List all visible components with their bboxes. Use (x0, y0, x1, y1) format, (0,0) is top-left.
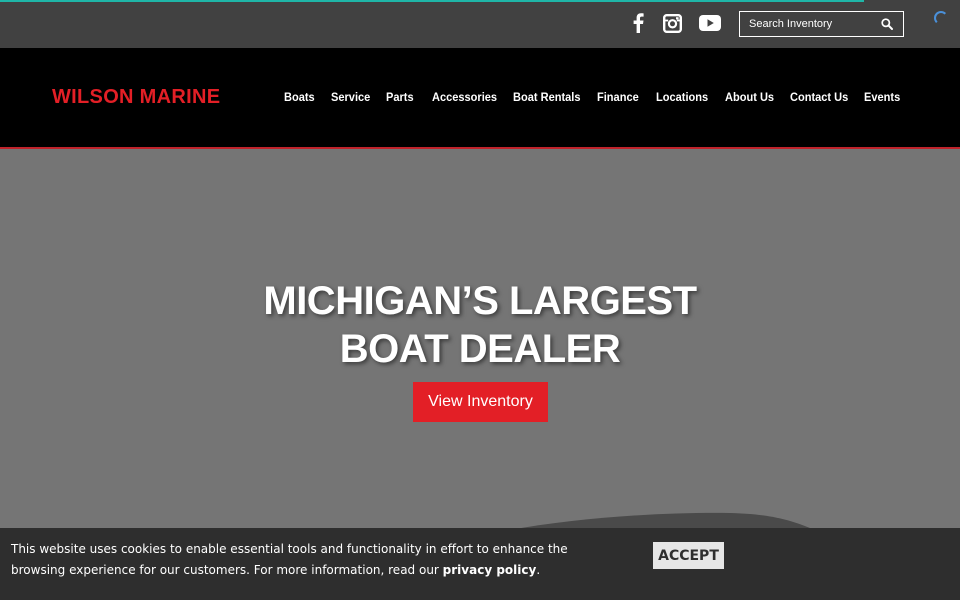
page-loading-progress-fill (0, 0, 864, 2)
cookie-message-end: . (536, 563, 541, 577)
search-input[interactable] (740, 12, 878, 36)
privacy-policy-link[interactable]: privacy policy (443, 563, 537, 577)
hero-title: MICHIGAN’S LARGEST BOAT DEALER (0, 277, 960, 373)
loading-spinner-icon (934, 11, 948, 25)
search-icon[interactable] (881, 17, 895, 31)
view-inventory-button[interactable]: View Inventory (413, 382, 548, 422)
main-navigation-bar: WILSON MARINE Boats Service Parts Access… (0, 48, 960, 149)
instagram-icon[interactable] (662, 12, 682, 34)
search-box (739, 11, 904, 37)
nav-item-contact-us[interactable]: Contact Us (790, 90, 848, 104)
cookie-consent-banner: This website uses cookies to enable esse… (0, 528, 960, 600)
top-utility-bar (0, 0, 960, 48)
wilson-marine-logo[interactable]: WILSON MARINE (52, 86, 220, 109)
nav-item-boats[interactable]: Boats (284, 90, 315, 104)
cookie-message: This website uses cookies to enable esse… (11, 539, 611, 581)
nav-item-locations[interactable]: Locations (656, 90, 708, 104)
nav-item-boat-rentals[interactable]: Boat Rentals (513, 90, 580, 104)
nav-item-events[interactable]: Events (864, 90, 900, 104)
nav-item-accessories[interactable]: Accessories (432, 90, 497, 104)
page-loading-progress (0, 0, 960, 2)
nav-item-service[interactable]: Service (331, 90, 370, 104)
accept-cookies-button[interactable]: ACCEPT (653, 542, 724, 569)
hero-title-line-1: MICHIGAN’S LARGEST (263, 279, 697, 323)
facebook-icon[interactable] (630, 12, 646, 34)
nav-item-about-us[interactable]: About Us (725, 90, 774, 104)
hero-title-line-2: BOAT DEALER (339, 327, 621, 371)
nav-item-finance[interactable]: Finance (597, 90, 639, 104)
nav-item-parts[interactable]: Parts (386, 90, 414, 104)
youtube-icon[interactable] (698, 12, 722, 34)
